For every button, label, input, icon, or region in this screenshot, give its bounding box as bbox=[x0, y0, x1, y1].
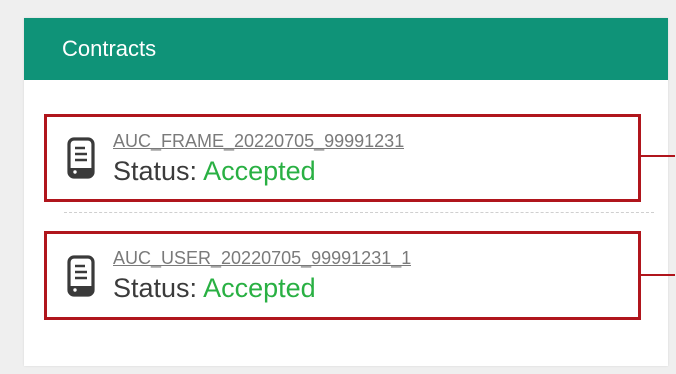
contract-link[interactable]: AUC_FRAME_20220705_99991231 bbox=[113, 130, 404, 152]
highlight-connector bbox=[641, 155, 675, 157]
highlight-connector bbox=[641, 274, 675, 276]
contract-item: AUC_FRAME_20220705_99991231 Status: Acce… bbox=[44, 114, 641, 202]
contract-item: AUC_USER_20220705_99991231_1 Status: Acc… bbox=[44, 231, 641, 320]
contracts-panel: Contracts AUC_FRAME_20220705_99991231 St… bbox=[24, 18, 675, 366]
panel-header: Contracts bbox=[24, 18, 668, 80]
status-line: Status: Accepted bbox=[113, 272, 411, 304]
status-label: Status: bbox=[113, 155, 198, 186]
contract-link[interactable]: AUC_USER_20220705_99991231_1 bbox=[113, 247, 411, 269]
status-line: Status: Accepted bbox=[113, 155, 404, 187]
status-value: Accepted bbox=[203, 273, 316, 303]
divider bbox=[64, 212, 654, 213]
status-value: Accepted bbox=[203, 155, 316, 186]
document-icon bbox=[67, 137, 95, 179]
panel-title: Contracts bbox=[62, 36, 157, 61]
status-label: Status: bbox=[113, 273, 198, 303]
document-icon bbox=[67, 254, 95, 297]
